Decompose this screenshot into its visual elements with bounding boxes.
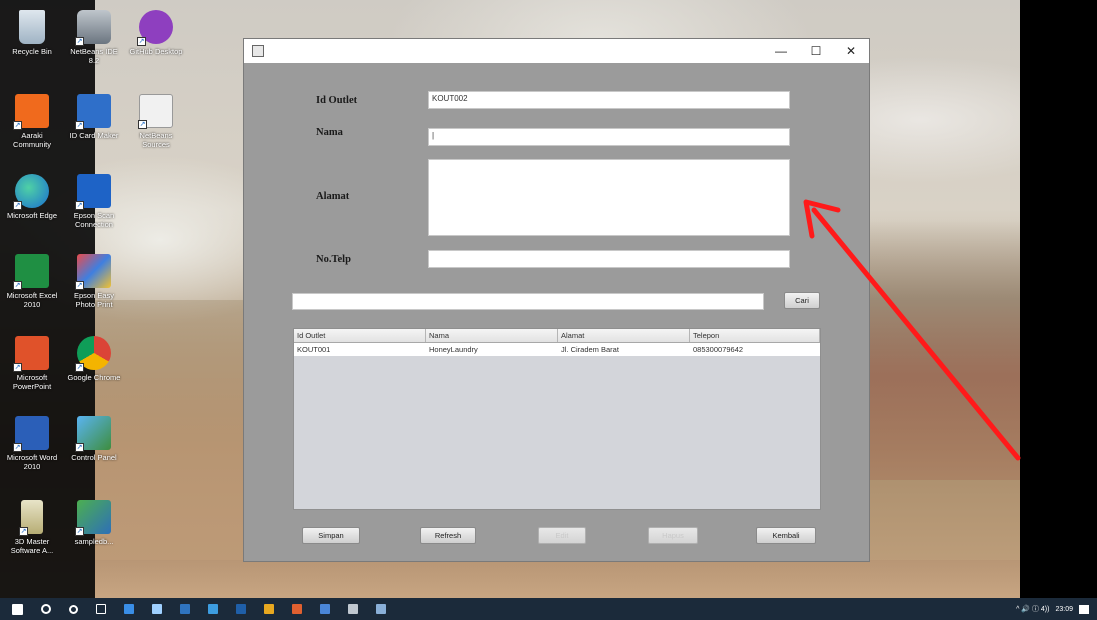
id-outlet-label: Id Outlet [316, 95, 358, 106]
edit-button[interactable]: Edit [538, 527, 586, 544]
windows-taskbar: ^ 🔊 ⓘ 4)) 23:09 [0, 598, 1097, 620]
folder-icon: ↗ [75, 500, 111, 536]
epson-icon: ↗ [75, 174, 111, 210]
clock[interactable]: 23:09 [1055, 606, 1073, 613]
desktop-icon-chrome[interactable]: ↗ Google Chrome [66, 336, 122, 382]
desktop-icon-excel[interactable]: ↗ Microsoft Excel 2010 [4, 254, 60, 309]
desktop-icon-id-card[interactable]: ↗ ID Card Maker [66, 94, 122, 140]
id-outlet-field[interactable]: KOUT002 [428, 91, 790, 109]
control-panel-icon: ↗ [75, 416, 111, 452]
desktop-icon-epson-photo[interactable]: ↗ Epson Easy Photo Print [66, 254, 122, 309]
notification-icon[interactable] [1079, 604, 1089, 614]
java-app-icon [252, 45, 264, 57]
alamat-label: Alamat [316, 191, 350, 202]
refresh-button[interactable]: Refresh [420, 527, 476, 544]
network-icon: ↗ [75, 94, 111, 130]
table-header: Id Outlet Nama Alamat Telepon [294, 329, 820, 343]
cell-alamat: Jl. Ciradem Barat [561, 345, 619, 354]
nama-label: Nama [316, 127, 343, 138]
desktop-icon-control-panel[interactable]: ↗ Control Panel [66, 416, 122, 462]
search-icon[interactable] [41, 604, 51, 614]
github-icon: ↗ [137, 10, 173, 46]
maximize-button[interactable]: ☐ [799, 39, 833, 63]
taskbar-app6-icon[interactable] [348, 604, 358, 614]
search-input[interactable] [292, 293, 764, 310]
taskbar-app4-icon[interactable] [292, 604, 302, 614]
taskbar-store-icon[interactable] [152, 604, 162, 614]
desktop-icon-word[interactable]: ↗ Microsoft Word 2010 [4, 416, 60, 471]
notelp-label: No.Telp [316, 254, 351, 265]
taskbar-mail-icon[interactable] [180, 604, 190, 614]
java-icon: ↗ [138, 94, 173, 129]
taskbar-app3-icon[interactable] [236, 604, 246, 614]
notelp-field[interactable] [428, 250, 790, 268]
desktop-icon-epson-scan[interactable]: ↗ Epson Scan Connection [66, 174, 122, 229]
column-header-id-outlet[interactable]: Id Outlet [294, 329, 426, 342]
wallpaper-ground-bottom [95, 560, 1020, 598]
tray-icons[interactable]: ^ 🔊 ⓘ 4)) [1016, 604, 1049, 614]
column-header-nama[interactable]: Nama [426, 329, 558, 342]
cell-telepon: 085300079642 [693, 345, 744, 354]
taskbar-java-icon[interactable] [376, 604, 386, 614]
desktop-icon-aaraki[interactable]: ↗ Aaraki Community [4, 94, 60, 149]
desktop-icon-edge[interactable]: ↗ Microsoft Edge [4, 174, 60, 220]
edge-icon: ↗ [13, 174, 49, 210]
cortana-icon[interactable] [69, 604, 78, 614]
desktop-icon-recycle-bin[interactable]: Recycle Bin [4, 10, 60, 56]
system-tray: ^ 🔊 ⓘ 4)) 23:09 [1016, 598, 1089, 620]
netbeans-icon: ↗ [75, 10, 111, 46]
table-row[interactable]: KOUT001 HoneyLaundry Jl. Ciradem Barat 0… [294, 343, 820, 356]
black-border [1020, 0, 1097, 598]
outlet-form-window: — ☐ ✕ Id Outlet KOUT002 Nama | Alamat No… [243, 38, 870, 562]
column-header-telepon[interactable]: Telepon [690, 329, 820, 342]
excel-icon: ↗ [13, 254, 49, 290]
minimize-button[interactable]: — [764, 39, 798, 63]
nama-field[interactable]: | [428, 128, 790, 146]
aaraki-icon: ↗ [13, 94, 49, 130]
desktop-icon-github[interactable]: ↗ GitHub Desktop [128, 10, 184, 56]
hapus-button[interactable]: Hapus [648, 527, 698, 544]
close-button[interactable]: ✕ [834, 39, 868, 63]
desktop-icon-folder[interactable]: ↗ sampledb... [66, 500, 122, 546]
photo-icon: ↗ [75, 254, 111, 290]
taskbar-explorer-icon[interactable] [264, 604, 274, 614]
kembali-button[interactable]: Kembali [756, 527, 816, 544]
taskbar-app2-icon[interactable] [208, 604, 218, 614]
start-button-icon[interactable] [12, 603, 23, 615]
3d-master-icon: ↗ [19, 500, 43, 536]
desktop-icon-java[interactable]: ↗ NetBeans Sources [128, 94, 184, 149]
word-icon: ↗ [13, 416, 49, 452]
recycle-bin-icon [19, 10, 45, 44]
wallpaper-hills [860, 220, 1020, 480]
chrome-icon: ↗ [75, 336, 111, 372]
window-titlebar[interactable]: — ☐ ✕ [244, 39, 869, 63]
column-header-alamat[interactable]: Alamat [558, 329, 690, 342]
simpan-button[interactable]: Simpan [302, 527, 360, 544]
outlet-table[interactable]: Id Outlet Nama Alamat Telepon KOUT001 Ho… [293, 328, 821, 510]
powerpoint-icon: ↗ [13, 336, 49, 372]
alamat-textarea[interactable] [428, 159, 790, 236]
taskbar-app-icon[interactable] [124, 604, 134, 614]
cell-id-outlet: KOUT001 [297, 345, 331, 354]
task-view-icon[interactable] [96, 604, 106, 614]
cell-nama: HoneyLaundry [429, 345, 478, 354]
desktop-icon-3d-master[interactable]: ↗ 3D Master Software A... [4, 500, 60, 555]
taskbar-app5-icon[interactable] [320, 604, 330, 614]
desktop-icon-powerpoint[interactable]: ↗ Microsoft PowerPoint [4, 336, 60, 391]
desktop-icon-netbeans[interactable]: ↗ NetBeans IDE 8.2 [66, 10, 122, 65]
cari-button[interactable]: Cari [784, 292, 820, 309]
